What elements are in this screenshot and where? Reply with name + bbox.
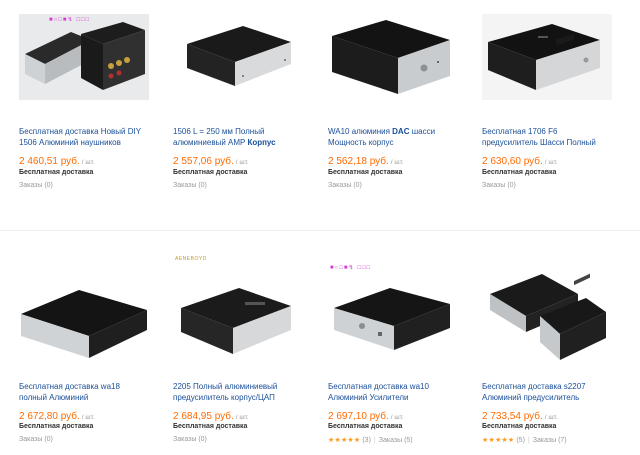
product-price: 2 557,06 руб.	[173, 156, 234, 167]
product-price: 2 672,80 руб.	[19, 411, 80, 422]
product-title[interactable]: 1506 L = 250 мм Полный алюминиевый AMP К…	[173, 127, 323, 148]
amp-chassis-image	[21, 290, 147, 358]
product-title[interactable]: Бесплатная доставка wa18 полный Алюминий	[19, 382, 169, 403]
price-unit: / шт.	[235, 414, 249, 421]
amp-chassis-image	[490, 273, 606, 360]
price-line: 2 460,51 руб. / шт.	[19, 156, 95, 167]
free-shipping-label: Бесплатная доставка	[173, 169, 248, 176]
rating-and-orders: ★★★★★ (5) | Заказы (7)	[482, 436, 567, 444]
product-image[interactable]	[173, 264, 303, 362]
price-unit: / шт.	[235, 159, 249, 166]
price-unit: / шт.	[81, 159, 95, 166]
price-unit: / шт.	[390, 414, 404, 421]
separator: |	[373, 437, 376, 444]
price-unit: / шт.	[544, 159, 558, 166]
product-title[interactable]: WA10 алюминия DAC шасси Мощность корпус	[328, 127, 478, 148]
product-title[interactable]: 2205 Полный алюминиевый предусилитель ко…	[173, 382, 323, 403]
price-line: 2 684,95 руб. / шт.	[173, 411, 249, 422]
product-title[interactable]: Бесплатная 1706 F6 предусилитель Шасси П…	[482, 127, 632, 148]
product-price: 2 697,10 руб.	[328, 411, 389, 422]
orders-count[interactable]: Заказы (0)	[328, 182, 362, 189]
amp-chassis-image	[19, 14, 149, 100]
free-shipping-label: Бесплатная доставка	[19, 169, 94, 176]
product-row-1: ■○□■↯ □□□ Бесплатная доставка Новый DIY …	[0, 0, 640, 222]
price-line: 2 562,18 руб. / шт.	[328, 156, 404, 167]
product-row-2: Бесплатная доставка wa18 полный Алюминий…	[0, 240, 640, 455]
image-watermark: AENEBOYD	[175, 256, 207, 262]
separator: |	[527, 437, 530, 444]
orders-count[interactable]: Заказы (5)	[379, 437, 413, 444]
product-title[interactable]: Бесплатная доставка s2207 Алюминий преду…	[482, 382, 632, 403]
free-shipping-label: Бесплатная доставка	[19, 423, 94, 430]
amp-chassis-image	[332, 20, 450, 94]
image-watermark: ■○□■↯ □□□	[49, 17, 91, 23]
product-image[interactable]: ■○□■↯ □□□	[19, 14, 149, 100]
product-image[interactable]: ■○□■↯ □□□	[328, 264, 458, 362]
product-image[interactable]	[173, 14, 303, 100]
product-price: 2 630,60 руб.	[482, 156, 543, 167]
product-title[interactable]: Бесплатная доставка Новый DIY 1506 Алюми…	[19, 127, 169, 148]
product-price: 2 733,54 руб.	[482, 411, 543, 422]
free-shipping-label: Бесплатная доставка	[173, 423, 248, 430]
amp-chassis-image	[181, 288, 291, 354]
product-image[interactable]	[482, 264, 612, 362]
rating-stars: ★★★★★	[482, 437, 515, 444]
product-image[interactable]	[19, 264, 149, 362]
product-image[interactable]	[328, 14, 458, 100]
free-shipping-label: Бесплатная доставка	[482, 169, 557, 176]
free-shipping-label: Бесплатная доставка	[328, 169, 403, 176]
price-line: 2 697,10 руб. / шт.	[328, 411, 404, 422]
orders-count[interactable]: Заказы (0)	[482, 182, 516, 189]
price-line: 2 557,06 руб. / шт.	[173, 156, 249, 167]
product-image[interactable]	[482, 14, 612, 100]
free-shipping-label: Бесплатная доставка	[328, 423, 403, 430]
reviews-count[interactable]: (5)	[516, 437, 525, 444]
reviews-count[interactable]: (3)	[362, 437, 371, 444]
amp-chassis-image	[187, 26, 291, 86]
orders-count[interactable]: Заказы (0)	[19, 182, 53, 189]
product-price: 2 562,18 руб.	[328, 156, 389, 167]
product-title[interactable]: Бесплатная доставка wa10 Алюминий Усилит…	[328, 382, 478, 403]
price-line: 2 630,60 руб. / шт.	[482, 156, 558, 167]
product-price: 2 684,95 руб.	[173, 411, 234, 422]
image-watermark: ■○□■↯ □□□	[330, 265, 372, 271]
amp-chassis-image	[488, 24, 600, 90]
orders-count[interactable]: Заказы (7)	[533, 437, 567, 444]
product-price: 2 460,51 руб.	[19, 156, 80, 167]
orders-count[interactable]: Заказы (0)	[19, 436, 53, 443]
amp-chassis-image	[334, 288, 450, 350]
price-line: 2 733,54 руб. / шт.	[482, 411, 558, 422]
free-shipping-label: Бесплатная доставка	[482, 423, 557, 430]
price-line: 2 672,80 руб. / шт.	[19, 411, 95, 422]
rating-and-orders: ★★★★★ (3) | Заказы (5)	[328, 436, 413, 444]
orders-count[interactable]: Заказы (0)	[173, 182, 207, 189]
price-unit: / шт.	[390, 159, 404, 166]
rating-stars: ★★★★★	[328, 437, 361, 444]
price-unit: / шт.	[544, 414, 558, 421]
orders-count[interactable]: Заказы (0)	[173, 436, 207, 443]
row-divider	[0, 230, 640, 231]
price-unit: / шт.	[81, 414, 95, 421]
